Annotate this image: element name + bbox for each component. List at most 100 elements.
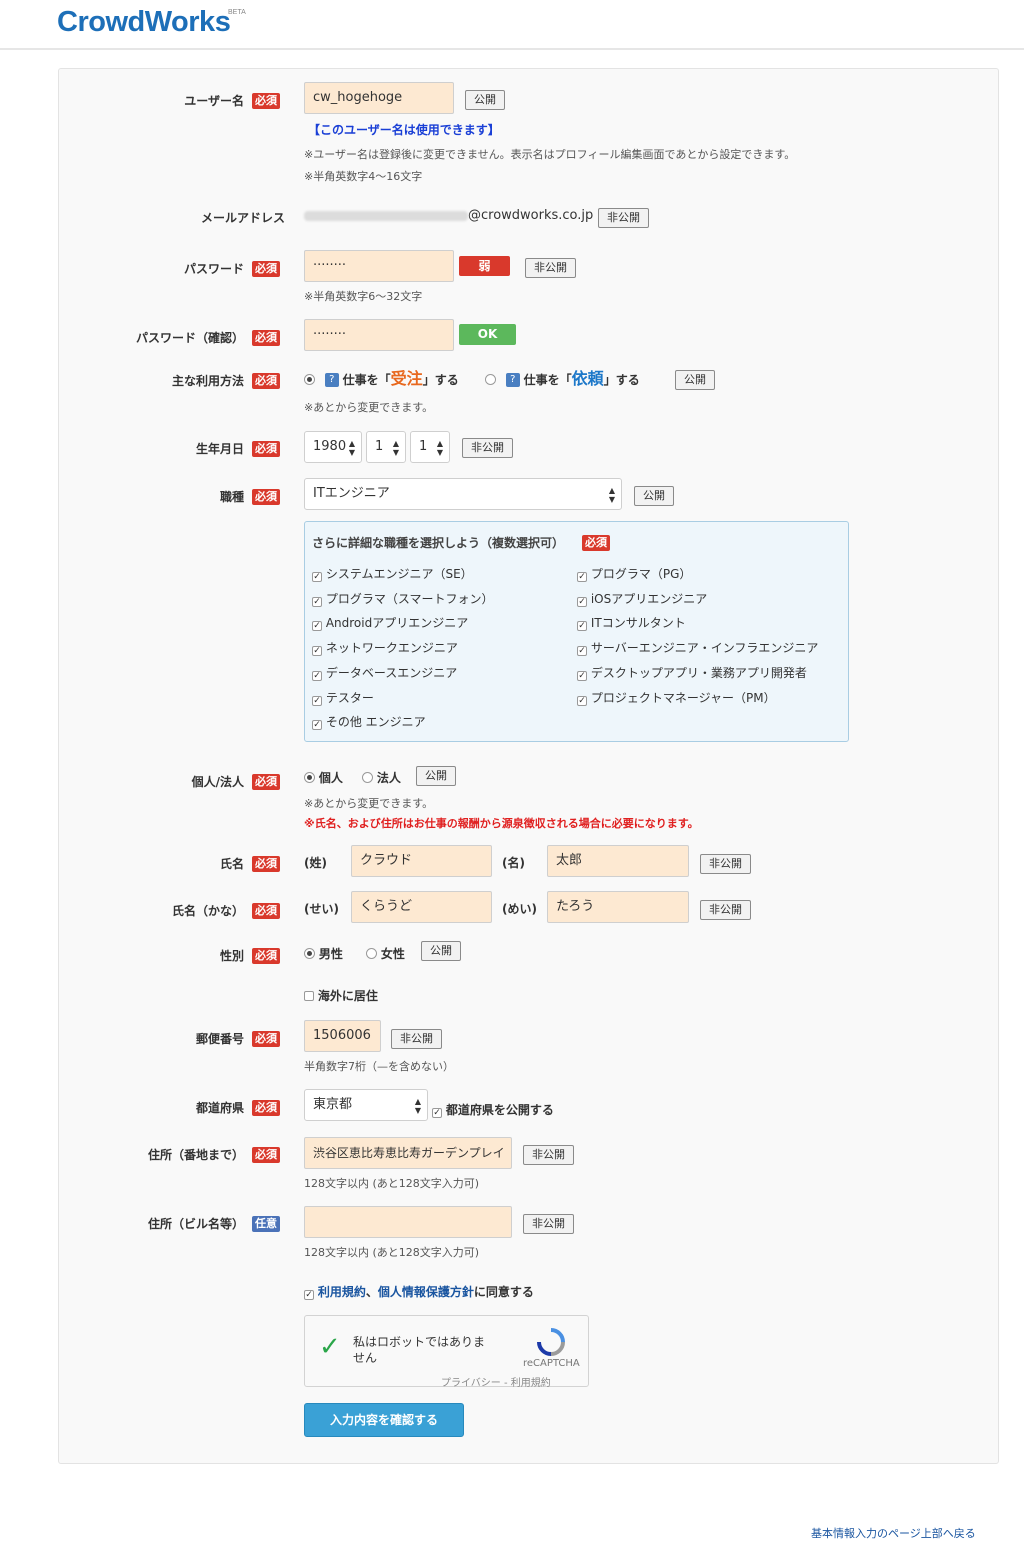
privacy-policy-link[interactable]: 個人情報保護方針: [378, 1285, 474, 1299]
address1-input[interactable]: 渋谷区恵比寿恵比寿ガーデンプレイ: [304, 1137, 512, 1169]
overseas-checkbox[interactable]: 海外に居住: [304, 987, 378, 1004]
usage-note: ※あとから変更できます。: [304, 401, 434, 414]
email-visibility-button[interactable]: 非公開: [598, 208, 649, 228]
job-detail-item[interactable]: ✓ テスター: [312, 689, 374, 706]
checkbox-checked[interactable]: ✓: [312, 695, 322, 706]
entity-visibility-button[interactable]: 公開: [416, 766, 456, 786]
password-input[interactable]: ········: [304, 250, 454, 282]
recaptcha-links[interactable]: プライバシー - 利用規約: [441, 1374, 551, 1389]
checkbox-checked[interactable]: ✓: [312, 621, 322, 632]
birthday-day-select[interactable]: 1 ▲ ▼: [410, 431, 450, 463]
checkbox-checked[interactable]: ✓: [312, 596, 322, 607]
job-detail-box: さらに詳細な職種を選択しよう（複数選択可） 必須 ✓ システムエンジニア（SE）…: [304, 521, 849, 742]
usage-visibility-button[interactable]: 公開: [675, 370, 715, 390]
optional-badge: 任意: [252, 1216, 280, 1232]
checkbox-checked[interactable]: ✓: [577, 621, 587, 632]
job-detail-item[interactable]: ✓ Androidアプリエンジニア: [312, 614, 468, 632]
job-visibility-button[interactable]: 公開: [634, 486, 674, 506]
address1-note: 128文字以内 (あと128文字入力可): [304, 1177, 480, 1190]
terms-link[interactable]: 利用規約: [318, 1285, 366, 1299]
usage-option-order[interactable]: ? 仕事を「依頼」する: [485, 368, 640, 390]
help-icon[interactable]: ?: [505, 373, 520, 387]
help-icon[interactable]: ?: [324, 373, 339, 387]
radio-selected[interactable]: [304, 772, 315, 783]
address2-input[interactable]: [304, 1206, 512, 1238]
checkbox-checked[interactable]: ✓: [312, 670, 322, 681]
postal-input[interactable]: 1506006: [304, 1020, 381, 1052]
birthday-month-select[interactable]: 1 ▲ ▼: [366, 431, 406, 463]
job-detail-item[interactable]: ✓ データベースエンジニア: [312, 664, 457, 681]
radio-unselected[interactable]: [366, 948, 377, 959]
job-detail-item[interactable]: ✓ ネットワークエンジニア: [312, 639, 458, 657]
checkbox-checked[interactable]: ✓: [577, 695, 587, 706]
agree-checkbox-row[interactable]: ✓ 利用規約、個人情報保護方針に同意する: [304, 1283, 534, 1300]
checkbox-checked[interactable]: ✓: [577, 596, 587, 607]
job-detail-item[interactable]: ✓ システムエンジニア（SE）: [312, 565, 473, 582]
checkbox[interactable]: [304, 991, 314, 1001]
gender-visibility-button[interactable]: 公開: [421, 941, 461, 961]
kana-visibility-button[interactable]: 非公開: [700, 900, 751, 920]
username-input[interactable]: cw_hogehoge: [304, 82, 454, 114]
last-name-label: (姓): [304, 856, 327, 870]
address2-note: 128文字以内 (あと128文字入力可): [304, 1246, 480, 1259]
job-detail-item[interactable]: ✓ プログラマ（スマートフォン）: [312, 590, 493, 607]
checkbox-checked[interactable]: ✓: [577, 646, 587, 657]
checkbox-checked[interactable]: ✓: [312, 646, 322, 657]
job-select[interactable]: ITエンジニア ▲ ▼: [304, 478, 622, 510]
birthday-year-select[interactable]: 1980 ▲ ▼: [304, 431, 362, 463]
name-visibility-button[interactable]: 非公開: [700, 854, 751, 874]
last-name-input[interactable]: クラウド: [351, 845, 492, 877]
entity-option-corporate[interactable]: 法人: [362, 769, 401, 786]
address1-visibility-button[interactable]: 非公開: [523, 1145, 574, 1165]
job-detail-item[interactable]: ✓ プログラマ（PG）: [577, 565, 691, 582]
email-domain: @crowdworks.co.jp: [468, 208, 594, 223]
address2-visibility-button[interactable]: 非公開: [523, 1214, 574, 1234]
job-detail-item[interactable]: ✓ プロジェクトマネージャー（PM）: [577, 689, 776, 706]
radio-selected[interactable]: [304, 374, 315, 385]
entity-option-individual[interactable]: 個人: [304, 769, 343, 786]
first-name-kana-input[interactable]: たろう: [547, 891, 689, 923]
postal-visibility-button[interactable]: 非公開: [391, 1029, 442, 1049]
checkmark-icon[interactable]: ✓: [319, 1332, 341, 1362]
gender-option-male[interactable]: 男性: [304, 945, 343, 962]
job-detail-item[interactable]: ✓ デスクトップアプリ・業務アプリ開発者: [577, 664, 807, 681]
checkbox-checked[interactable]: ✓: [312, 572, 322, 582]
job-detail-item[interactable]: ✓ ITコンサルタント: [577, 614, 686, 632]
checkbox-checked[interactable]: ✓: [432, 1108, 442, 1118]
prefecture-publish-checkbox[interactable]: ✓ 都道府県を公開する: [432, 1101, 554, 1118]
password-confirm-input[interactable]: ········: [304, 319, 454, 351]
checkbox-checked[interactable]: ✓: [577, 572, 587, 582]
header: CrowdWorks BETA: [0, 0, 1024, 50]
prefecture-select[interactable]: 東京都 ▲ ▼: [304, 1089, 428, 1121]
crowdworks-logo[interactable]: CrowdWorks: [57, 6, 231, 39]
confirm-submit-button[interactable]: 入力内容を確認する: [304, 1403, 464, 1437]
gender-label: 性別: [219, 949, 244, 963]
birthday-visibility-button[interactable]: 非公開: [462, 438, 513, 458]
required-badge: 必須: [252, 93, 280, 109]
checkbox-checked[interactable]: ✓: [577, 670, 587, 681]
gender-option-female[interactable]: 女性: [366, 945, 405, 962]
kana-label: 氏名（かな）: [171, 904, 244, 918]
job-detail-item[interactable]: ✓ その他 エンジニア: [312, 713, 426, 731]
radio-selected[interactable]: [304, 948, 315, 959]
required-badge: 必須: [582, 535, 610, 551]
username-visibility-button[interactable]: 公開: [465, 90, 505, 110]
recaptcha-widget[interactable]: ✓ 私はロボットではありません reCAPTCHA プライバシー - 利用規約: [304, 1315, 589, 1389]
select-arrows-icon: ▲ ▼: [608, 486, 615, 504]
entity-label: 個人/法人: [191, 775, 244, 789]
job-detail-item[interactable]: ✓ iOSアプリエンジニア: [577, 590, 707, 607]
name-label: 氏名: [219, 857, 244, 871]
radio-unselected[interactable]: [362, 772, 373, 783]
checkbox-checked[interactable]: ✓: [312, 720, 322, 731]
checkbox-checked[interactable]: ✓: [304, 1290, 314, 1300]
password-visibility-button[interactable]: 非公開: [525, 258, 576, 278]
usage-option-receive[interactable]: ? 仕事を「受注」する: [304, 368, 459, 390]
required-badge: 必須: [252, 489, 280, 505]
radio-unselected[interactable]: [485, 374, 496, 385]
last-name-kana-input[interactable]: くらうど: [351, 891, 492, 923]
postal-note: 半角数字7桁（—を含めない）: [304, 1060, 454, 1073]
back-to-top-link[interactable]: 基本情報入力のページ上部へ戻る: [811, 1525, 976, 1541]
entity-warning: ※氏名、および住所はお仕事の報酬から源泉徴収される場合に必要になります。: [304, 817, 699, 830]
job-detail-item[interactable]: ✓ サーバーエンジニア・インフラエンジニア: [577, 639, 818, 657]
first-name-input[interactable]: 太郎: [547, 845, 689, 877]
